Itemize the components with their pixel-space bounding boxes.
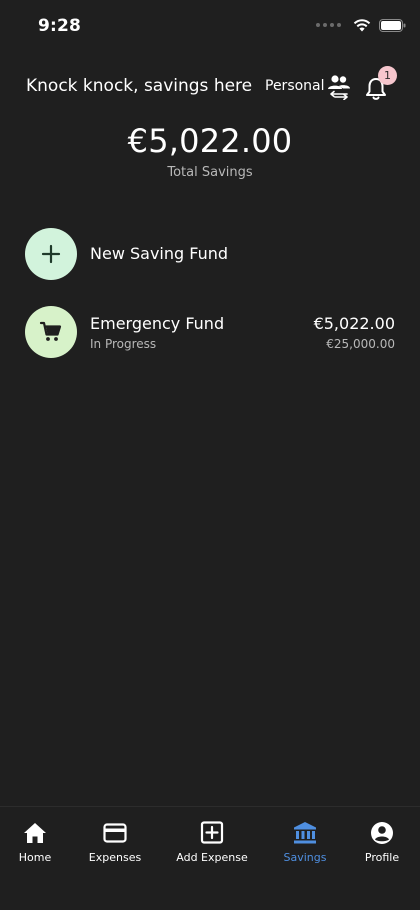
nav-add-expense[interactable]: Add Expense [172, 821, 252, 864]
nav-savings-label: Savings [283, 851, 327, 864]
plus-square-icon [200, 821, 224, 844]
fund-icon-circle [25, 306, 77, 358]
wifi-icon [353, 18, 371, 32]
fund-status: In Progress [90, 337, 157, 351]
new-saving-fund-button[interactable]: New Saving Fund [25, 228, 395, 280]
profile-icon [371, 822, 393, 844]
nav-expenses[interactable]: Expenses [75, 821, 155, 864]
fund-goal: €25,000.00 [326, 337, 395, 351]
nav-expenses-label: Expenses [88, 851, 142, 864]
home-icon [24, 823, 46, 843]
status-time: 9:28 [38, 16, 82, 36]
switch-account-icon[interactable] [327, 74, 351, 101]
status-indicators [316, 18, 406, 32]
add-fund-circle [25, 228, 77, 280]
greeting-text: Knock knock, savings here [26, 76, 253, 96]
bank-icon [294, 822, 316, 844]
signal-dots-icon [316, 23, 341, 27]
nav-profile[interactable]: Profile [342, 821, 420, 864]
total-savings-amount: €5,022.00 [127, 122, 293, 160]
notification-badge: 1 [378, 66, 397, 85]
nav-add-expense-label: Add Expense [176, 851, 248, 864]
notifications-button[interactable]: 1 [364, 66, 397, 102]
header: Knock knock, savings here Personal 1 [0, 66, 420, 104]
status-bar: 9:28 [0, 0, 420, 52]
nav-home-label: Home [18, 851, 52, 864]
new-saving-fund-label: New Saving Fund [90, 244, 229, 263]
nav-profile-label: Profile [364, 851, 400, 864]
card-icon [103, 823, 127, 843]
battery-icon [379, 18, 406, 32]
workspace-switch-label[interactable]: Personal [265, 78, 325, 94]
fund-name: Emergency Fund [90, 314, 225, 333]
fund-item-emergency[interactable]: Emergency Fund In Progress €5,022.00 €25… [25, 306, 395, 358]
cart-icon [39, 321, 62, 341]
fund-amount: €5,022.00 [313, 314, 395, 333]
nav-home[interactable]: Home [0, 821, 75, 864]
plus-icon [41, 244, 61, 264]
bottom-navigation: Home Expenses Add Expense Savings Profil… [0, 806, 420, 910]
total-savings-label: Total Savings [167, 165, 253, 180]
nav-savings[interactable]: Savings [265, 821, 345, 864]
